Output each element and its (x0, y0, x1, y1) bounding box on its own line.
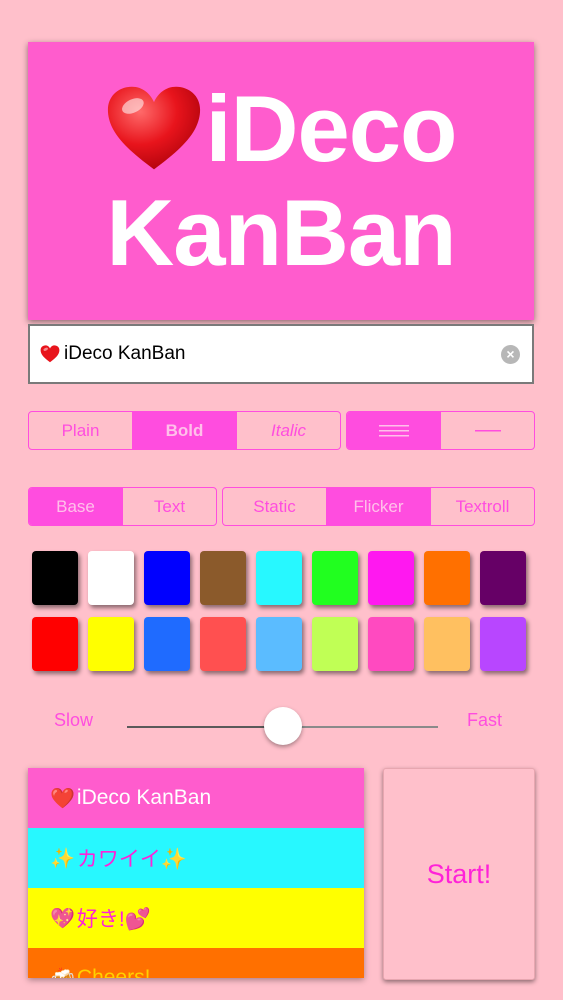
heart-icon (107, 86, 200, 170)
history-item-label: カワイイ✨ (76, 848, 188, 871)
animation-static[interactable]: Static (223, 488, 327, 525)
preview-text-line-1: iDeco (205, 76, 458, 181)
speed-slider-fill (127, 726, 283, 728)
animation-flicker[interactable]: Flicker (327, 488, 431, 525)
color-swatch[interactable] (144, 617, 190, 671)
history-item-emoji: ✨ (50, 847, 75, 870)
animation-segment[interactable]: Static Flicker Textroll (222, 487, 535, 526)
clear-circle-icon[interactable]: × (501, 344, 520, 364)
color-swatch[interactable] (480, 617, 526, 671)
history-item[interactable]: 💖 好き!💕 (28, 888, 364, 948)
kanban-preview: iDeco KanBan (28, 42, 534, 320)
layout-multi-line[interactable] (347, 412, 441, 449)
color-target-text[interactable]: Text (123, 488, 216, 525)
preview-text-line-2: KanBan (106, 180, 456, 285)
speed-slider-knob[interactable] (263, 707, 302, 745)
history-item-label: Cheers! (76, 966, 151, 978)
history-item-label: 好き!💕 (76, 908, 151, 931)
color-swatch[interactable] (32, 551, 78, 605)
font-style-segment[interactable]: Plain Bold Italic (28, 411, 341, 450)
history-list[interactable]: ❤️iDeco KanBan✨カワイイ✨💖好き!💕🍻Cheers! (28, 768, 364, 978)
speed-slow-label: Slow (54, 710, 94, 730)
font-style-plain[interactable]: Plain (29, 412, 133, 449)
color-swatch[interactable] (312, 551, 358, 605)
color-swatch[interactable] (144, 551, 190, 605)
single-line-icon (474, 429, 501, 431)
layout-single-line[interactable] (441, 412, 534, 449)
color-swatch[interactable] (368, 551, 414, 605)
line-layout-segment[interactable] (346, 411, 535, 450)
color-swatch[interactable] (88, 617, 134, 671)
message-input-value[interactable]: iDeco KanBan (64, 343, 501, 365)
color-swatch[interactable] (256, 551, 302, 605)
heart-icon (40, 345, 60, 363)
color-swatch[interactable] (200, 551, 246, 605)
color-swatch[interactable] (480, 551, 526, 605)
font-style-bold[interactable]: Bold (133, 412, 237, 449)
history-item[interactable]: ❤️ iDeco KanBan (28, 768, 364, 828)
history-item-label: iDeco KanBan (76, 786, 212, 809)
preview-line-2: KanBan (106, 180, 456, 285)
color-swatch[interactable] (32, 617, 78, 671)
history-item[interactable]: 🍻Cheers! (28, 948, 364, 978)
color-target-segment[interactable]: Base Text (28, 487, 217, 526)
preview-line-1: iDeco (106, 77, 457, 181)
history-item-emoji: 💖 (50, 907, 75, 930)
palette-row-1 (32, 551, 532, 605)
speed-fast-label: Fast (467, 710, 503, 730)
history-item-emoji: 🍻 (50, 966, 75, 979)
start-button[interactable]: Start! (383, 768, 535, 980)
color-swatch[interactable] (424, 617, 470, 671)
color-target-base[interactable]: Base (29, 488, 123, 525)
animation-textroll[interactable]: Textroll (431, 488, 534, 525)
history-item-emoji: ❤️ (50, 787, 75, 810)
color-swatch[interactable] (88, 551, 134, 605)
multi-line-icon (378, 424, 409, 436)
color-palette (32, 551, 532, 683)
palette-row-2 (32, 617, 532, 671)
history-item[interactable]: ✨ カワイイ✨ (28, 828, 364, 888)
color-swatch[interactable] (200, 617, 246, 671)
font-style-italic[interactable]: Italic (237, 412, 340, 449)
color-swatch[interactable] (368, 617, 414, 671)
color-swatch[interactable] (312, 617, 358, 671)
speed-slider[interactable] (127, 707, 438, 745)
color-swatch[interactable] (256, 617, 302, 671)
message-input[interactable]: iDeco KanBan × (28, 324, 534, 384)
color-swatch[interactable] (424, 551, 470, 605)
